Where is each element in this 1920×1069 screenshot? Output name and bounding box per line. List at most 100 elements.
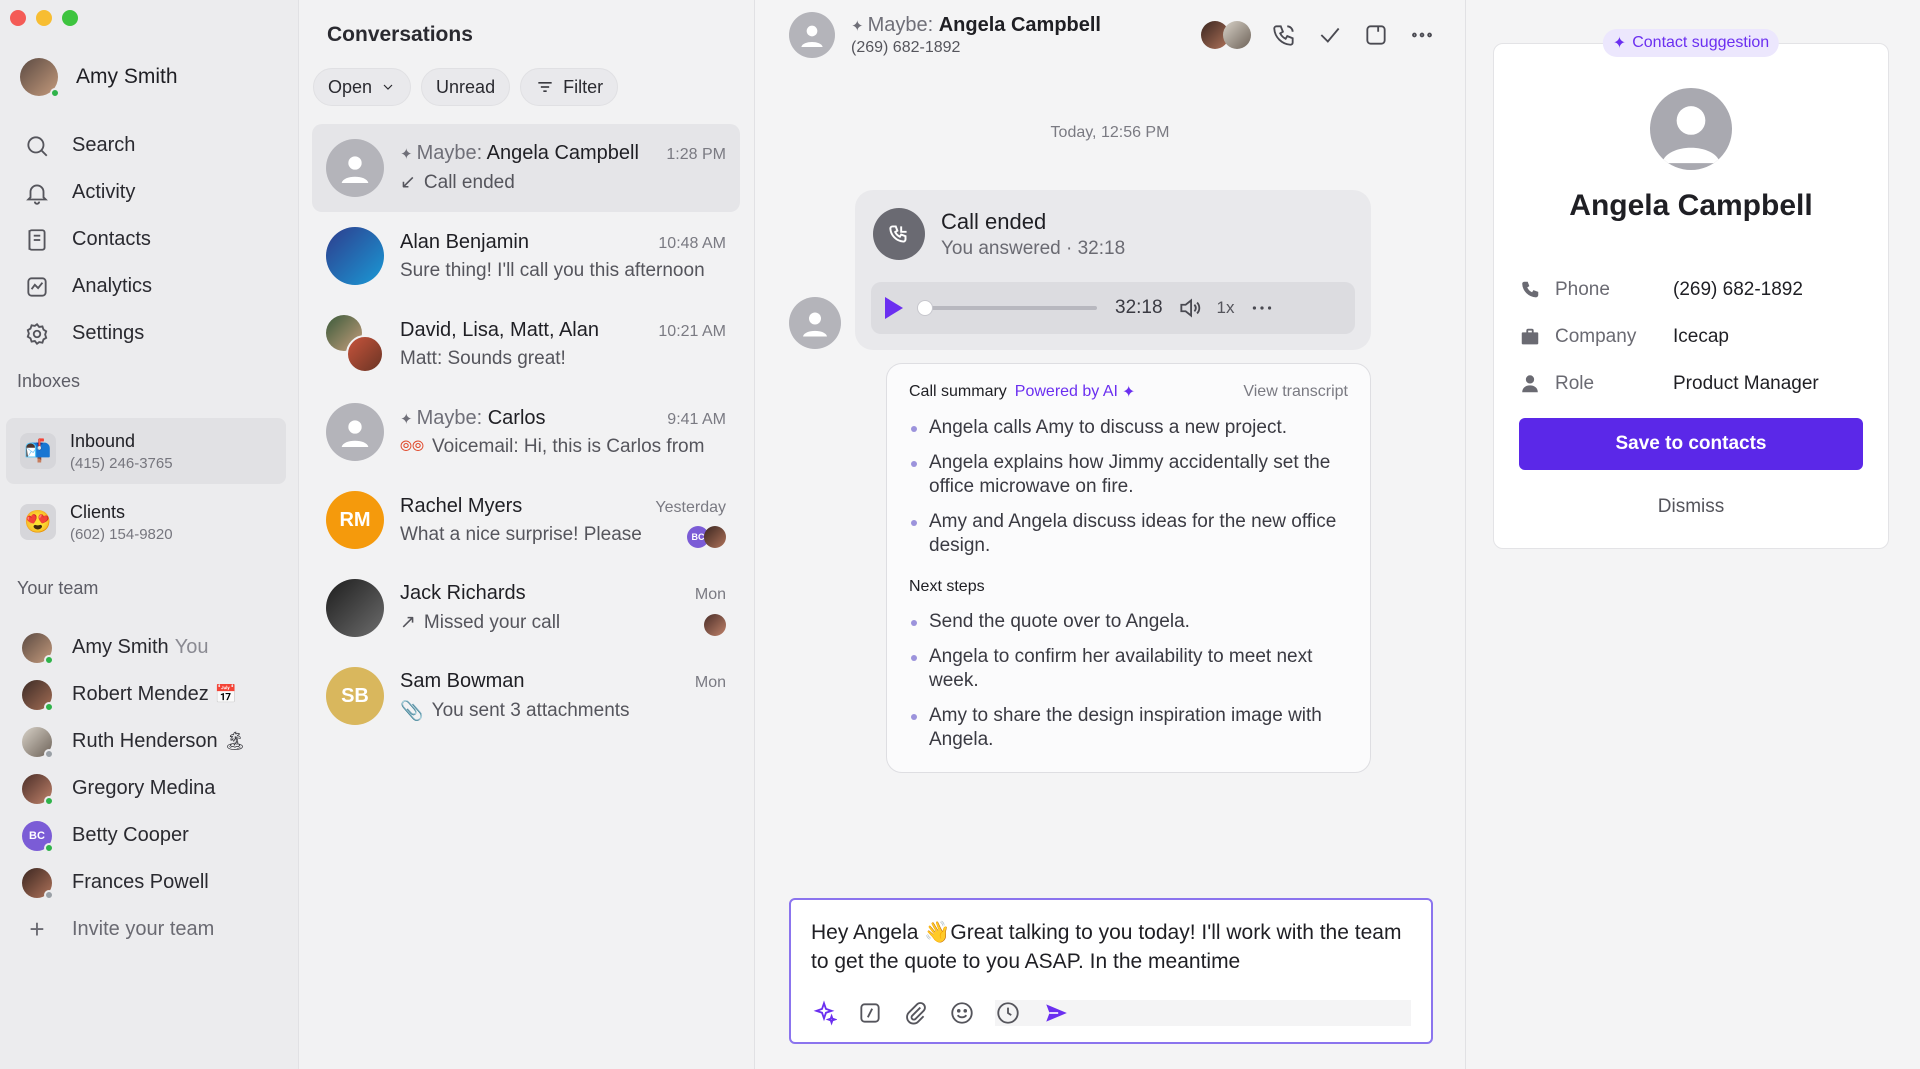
conversation-item[interactable]: Alan Benjamin 10:48 AM Sure thing! I'll … [312, 212, 740, 300]
play-button[interactable] [885, 297, 903, 319]
audio-player: 32:18 1x [871, 282, 1355, 334]
current-user[interactable]: Amy Smith [20, 58, 178, 98]
conversation-item[interactable]: SB Sam Bowman Mon 📎 You sent 3 attachmen… [312, 652, 740, 740]
team-member[interactable]: Robert Mendez 📅 [22, 671, 247, 718]
sparkle-icon: ✦ [400, 410, 413, 428]
volume-icon[interactable] [1177, 295, 1203, 321]
conversation-name: Carlos [487, 406, 546, 429]
sparkle-icon: ✦ [400, 146, 413, 163]
audio-progress-slider[interactable] [917, 300, 1097, 316]
save-to-contacts-button[interactable]: Save to contacts [1519, 418, 1863, 470]
inbox-inbound[interactable]: 📬 Inbound (415) 246-3765 [6, 418, 286, 484]
badge-label: Contact suggestion [1632, 34, 1770, 51]
nav-label: Search [72, 134, 136, 156]
team-member[interactable]: Amy Smith You [22, 624, 247, 671]
schedule-clock-icon[interactable] [995, 1000, 1021, 1026]
phone-call-icon[interactable] [1271, 22, 1297, 48]
date-separator: Today, 12:56 PM [1050, 124, 1170, 141]
status-dropdown[interactable]: Open [313, 68, 412, 106]
avatar [1223, 21, 1251, 49]
avatar [704, 526, 726, 548]
next-step-item: Send the quote over to Angela. [909, 610, 1348, 634]
participants[interactable] [1201, 21, 1251, 49]
main-nav: Search Activity Contacts Analytics Setti… [24, 122, 152, 357]
nav-search[interactable]: Search [24, 122, 152, 169]
contact-avatar [789, 297, 841, 349]
dismiss-button[interactable]: Dismiss [1494, 496, 1888, 518]
summary-item: Angela explains how Jimmy accidentally s… [909, 451, 1348, 499]
person-icon [1522, 374, 1538, 392]
contact-panel: ✦ Contact suggestion Angela Campbell Pho… [1466, 0, 1920, 1069]
sidebar-panel-icon[interactable] [1363, 22, 1389, 48]
gear-icon [26, 322, 48, 345]
conversation-item[interactable]: David, Lisa, Matt, Alan 10:21 AM Matt: S… [312, 300, 740, 388]
more-options-icon[interactable] [1409, 22, 1435, 48]
nav-analytics[interactable]: Analytics [24, 263, 152, 310]
team-member[interactable]: BC Betty Cooper [22, 812, 247, 859]
inbox-clients[interactable]: 😍 Clients (602) 154-9820 [6, 489, 286, 555]
message-composer[interactable]: Hey Angela 👋Great talking to you today! … [789, 898, 1433, 1044]
avatar[interactable] [789, 12, 835, 58]
minimize-window-button[interactable] [36, 10, 52, 26]
user-name: Amy Smith [76, 65, 178, 88]
team-member[interactable]: Frances Powell [22, 859, 247, 906]
paperclip-icon[interactable] [903, 1000, 929, 1026]
conversation-preview: What a nice surprise! Please [400, 523, 642, 545]
ai-sparkle-icon[interactable] [811, 1000, 837, 1026]
call-summary-card: Call summary Powered by AI ✦ View transc… [886, 363, 1371, 773]
contact-field-phone: Phone (269) 682-1892 [1519, 266, 1863, 313]
nav-contacts[interactable]: Contacts [24, 216, 152, 263]
field-label: Company [1555, 325, 1637, 347]
inbox-name: Clients [70, 501, 126, 522]
participant-avatars: BC [687, 526, 726, 548]
avatar-initials: BC [29, 829, 45, 842]
close-window-button[interactable] [10, 10, 26, 26]
conversation-item[interactable]: RM Rachel Myers Yesterday What a nice su… [312, 476, 740, 564]
header-actions [1201, 21, 1435, 49]
avatar [22, 679, 54, 712]
field-value: Icecap [1673, 325, 1729, 347]
filter-button[interactable]: Filter [520, 68, 619, 106]
nav-settings[interactable]: Settings [24, 310, 152, 357]
conversation-time: 10:21 AM [658, 322, 726, 340]
sparkle-icon: ✦ [1121, 384, 1136, 401]
zoom-window-button[interactable] [62, 10, 78, 26]
sparkle-icon: ✦ [1612, 35, 1627, 52]
more-options-icon[interactable] [1249, 295, 1275, 321]
next-steps-heading: Next steps [909, 578, 985, 595]
conversation-time: Yesterday [655, 498, 726, 516]
paperclip-icon: 📎 [400, 700, 424, 722]
conversation-time: 1:28 PM [666, 146, 726, 163]
avatar [789, 297, 841, 349]
checkmark-icon[interactable] [1317, 22, 1343, 48]
inbox-number: (415) 246-3765 [70, 454, 173, 472]
emoji-icon[interactable] [949, 1000, 975, 1026]
conversation-item[interactable]: ✦ Maybe: Carlos 9:41 AM ⦾⦾ Voicemail: Hi,… [312, 388, 740, 476]
view-transcript-link[interactable]: View transcript [1243, 383, 1348, 401]
conversation-item[interactable]: Jack Richards Mon ↗ Missed your call [312, 564, 740, 652]
conversation-item[interactable]: ✦ Maybe: Angela Campbell 1:28 PM ↙ Call e… [312, 124, 740, 212]
field-label: Phone [1555, 278, 1610, 300]
playback-speed-button[interactable]: 1x [1217, 298, 1235, 318]
call-subtitle: You answered · 32:18 [941, 237, 1126, 259]
conversation-time: 9:41 AM [667, 410, 726, 428]
team-member[interactable]: Gregory Medina [22, 765, 247, 812]
nav-label: Contacts [72, 228, 151, 250]
unread-filter-chip[interactable]: Unread [421, 68, 511, 106]
avatar [326, 579, 384, 637]
filter-label: Filter [563, 76, 604, 97]
avatar [346, 335, 384, 373]
presence-dot [44, 889, 54, 900]
contact-name: Angela Campbell [1569, 189, 1813, 222]
nav-activity[interactable]: Activity [24, 169, 152, 216]
nav-label: Activity [72, 181, 136, 203]
snippet-slash-icon[interactable] [857, 1000, 883, 1026]
conversation-preview: Sure thing! I'll call you this afternoon [400, 259, 705, 281]
progress-knob[interactable] [917, 300, 933, 316]
avatar: RM [326, 491, 384, 549]
team-member[interactable]: Ruth Henderson 🏝 [22, 718, 247, 765]
avatar [22, 726, 54, 759]
invite-team-button[interactable]: + Invite your team [22, 906, 247, 953]
message-input[interactable]: Hey Angela 👋Great talking to you today! … [811, 918, 1411, 976]
send-icon[interactable] [1043, 1000, 1069, 1026]
